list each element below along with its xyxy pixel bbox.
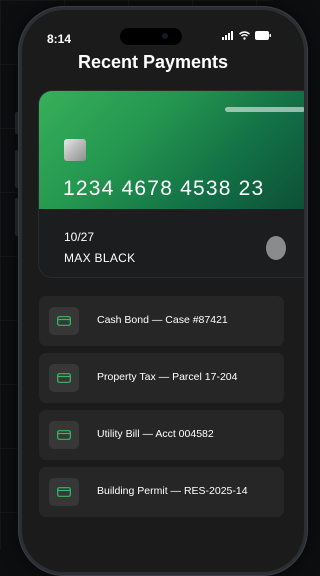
- payment-item[interactable]: Property Tax — Parcel 17-204: [39, 353, 284, 403]
- phone-frame: 8:14 Recent Payments 1234 4678 4538 23 1…: [18, 6, 308, 576]
- cellular-signal-icon: [222, 31, 233, 40]
- payment-label: Building Permit — RES-2025-14: [97, 485, 248, 497]
- phone-screen: 8:14 Recent Payments 1234 4678 4538 23 1…: [22, 10, 304, 572]
- payment-item[interactable]: Utility Bill — Acct 004582: [39, 410, 284, 460]
- battery-icon: [255, 31, 271, 40]
- page-title: Recent Payments: [77, 52, 229, 72]
- payment-label: Property Tax — Parcel 17-204: [97, 371, 238, 383]
- recent-payments-list: Cash Bond — Case #87421 Property Tax — P…: [39, 296, 284, 524]
- card-icon: [49, 307, 79, 335]
- status-icons: [222, 31, 271, 40]
- payment-label: Utility Bill — Acct 004582: [97, 428, 214, 440]
- card-face: 1234 4678 4538 23: [39, 91, 304, 209]
- wifi-icon: [239, 31, 250, 40]
- card-icon: [49, 421, 79, 449]
- camera-icon: [162, 33, 168, 39]
- status-bar: 8:14: [22, 10, 304, 46]
- card-stripe: [225, 107, 304, 112]
- card-toggle-knob[interactable]: [266, 236, 286, 260]
- payment-item[interactable]: Building Permit — RES-2025-14: [39, 467, 284, 517]
- payment-label: Cash Bond — Case #87421: [97, 314, 228, 326]
- payment-item[interactable]: Cash Bond — Case #87421: [39, 296, 284, 346]
- payment-card[interactable]: 1234 4678 4538 23 10/27 MAX BLACK: [38, 90, 304, 278]
- card-expiry: 10/27: [64, 230, 95, 244]
- card-icon: [49, 364, 79, 392]
- status-time: 8:14: [47, 32, 72, 46]
- card-holder-name: MAX BLACK: [64, 251, 136, 265]
- card-icon: [49, 478, 79, 506]
- card-number: 1234 4678 4538 23: [63, 177, 265, 200]
- dynamic-island: [120, 28, 182, 45]
- card-chip-icon: [64, 139, 86, 161]
